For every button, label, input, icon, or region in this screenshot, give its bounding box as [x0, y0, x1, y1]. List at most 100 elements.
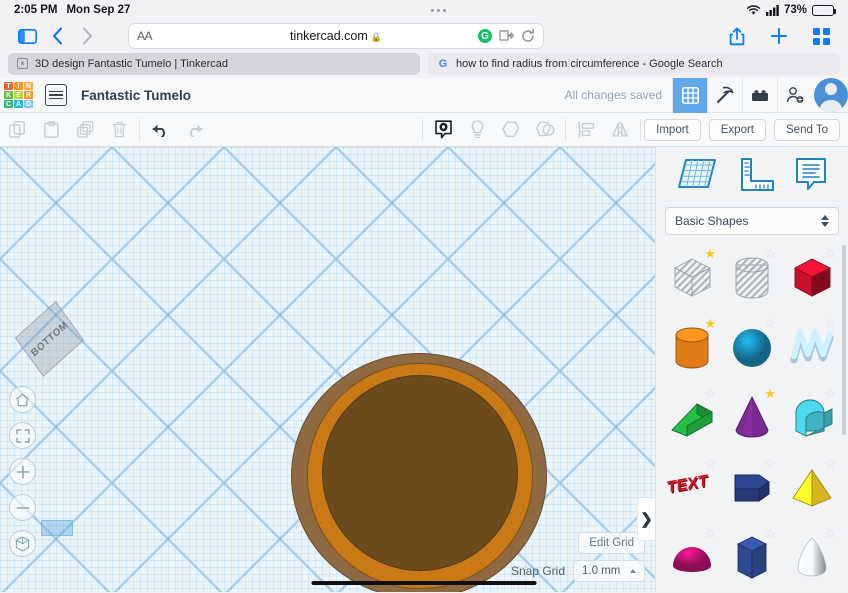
- star-outline-icon[interactable]: ☆: [824, 317, 836, 330]
- text-size-button[interactable]: AA: [137, 29, 153, 43]
- star-outline-icon[interactable]: ☆: [824, 527, 836, 540]
- share-icon[interactable]: [722, 23, 752, 49]
- shape-box[interactable]: ☆: [782, 245, 842, 315]
- stepper-icon: [821, 215, 829, 227]
- perspective-toggle-button[interactable]: [9, 530, 36, 557]
- align-icon[interactable]: [569, 113, 603, 147]
- undo-button[interactable]: [143, 113, 177, 147]
- group-shape-icon[interactable]: [494, 113, 528, 147]
- selection-rectangle[interactable]: [41, 520, 73, 536]
- view-cube[interactable]: BOTTOM: [14, 301, 85, 377]
- solid-shape-icon[interactable]: [426, 113, 460, 147]
- panel-scrollbar[interactable]: [842, 245, 846, 435]
- tab-label: 3D design Fantastic Tumelo | Tinkercad: [35, 57, 229, 70]
- star-outline-icon[interactable]: ☆: [764, 247, 776, 260]
- duplicate-button[interactable]: [68, 113, 102, 147]
- shape-text[interactable]: TEXT TEXT ☆: [662, 455, 722, 525]
- shape-polygon-prism[interactable]: ☆: [722, 455, 782, 525]
- shape-thumbnail: [727, 467, 777, 514]
- ruler-icon[interactable]: [737, 157, 775, 198]
- shape-hexagon-prism[interactable]: ☆: [722, 525, 782, 592]
- star-outline-icon[interactable]: ☆: [764, 527, 776, 540]
- sidebar-toggle-icon[interactable]: [12, 23, 42, 49]
- fit-to-view-button[interactable]: [9, 422, 36, 449]
- trash-icon[interactable]: [102, 113, 136, 147]
- mirror-flip-icon[interactable]: [603, 113, 637, 147]
- notes-icon[interactable]: [794, 157, 828, 198]
- browser-tab-tinkercad[interactable]: × 3D design Fantastic Tumelo | Tinkercad: [8, 52, 420, 75]
- star-outline-icon[interactable]: ☆: [704, 527, 716, 540]
- tab-overview-icon[interactable]: [806, 23, 836, 49]
- brick-icon[interactable]: [742, 77, 777, 113]
- import-button[interactable]: Import: [644, 118, 701, 141]
- grammarly-icon[interactable]: G: [478, 29, 492, 43]
- project-list-icon[interactable]: [45, 84, 67, 106]
- shape-half-sphere[interactable]: ☆: [662, 525, 722, 592]
- browser-tab-google-search[interactable]: G how to find radius from circumference …: [428, 52, 840, 75]
- extensions-icon[interactable]: [499, 29, 514, 43]
- shape-sphere[interactable]: ☆: [722, 315, 782, 385]
- star-filled-icon[interactable]: ★: [764, 387, 776, 400]
- design-canvas[interactable]: BOTTOM Edit Grid Snap Grid 1.0 mm ❯: [0, 147, 655, 592]
- shape-roof[interactable]: ☆: [782, 385, 842, 455]
- home-indicator: [311, 581, 537, 585]
- shape-wedge[interactable]: ☆: [662, 385, 722, 455]
- cylinder-object[interactable]: [291, 353, 547, 592]
- snap-grid-select[interactable]: 1.0 mm: [573, 560, 645, 582]
- back-chevron-icon[interactable]: [42, 23, 72, 49]
- new-tab-plus-icon[interactable]: [764, 23, 794, 49]
- address-bar[interactable]: AA tinkercad.com 🔒 G: [128, 23, 544, 49]
- edit-grid-button[interactable]: Edit Grid: [578, 532, 645, 554]
- tinkercad-logo[interactable]: TIN KER CAD: [2, 80, 35, 110]
- avatar[interactable]: [814, 78, 848, 112]
- shape-cylinder[interactable]: ★: [662, 315, 722, 385]
- zoom-in-button[interactable]: [9, 458, 36, 485]
- star-outline-icon[interactable]: ☆: [704, 457, 716, 470]
- logo-tile-e: E: [14, 91, 23, 99]
- star-filled-icon[interactable]: ★: [704, 317, 716, 330]
- ungroup-shape-icon[interactable]: [528, 113, 562, 147]
- shape-pyramid[interactable]: ☆: [782, 455, 842, 525]
- lightbulb-icon[interactable]: [460, 113, 494, 147]
- star-outline-icon[interactable]: ☆: [764, 457, 776, 470]
- shape-paraboloid[interactable]: ☆: [782, 525, 842, 592]
- workplane-icon[interactable]: [676, 157, 718, 198]
- shape-box-hole[interactable]: ★: [662, 245, 722, 315]
- blocks-grid-icon[interactable]: [672, 77, 707, 113]
- shapes-grid: ★ ☆ ☆ ★ ☆ ☆ ☆ ★ ☆ TEXT TEXT ☆ ☆ ☆ ☆ ☆ ☆: [656, 245, 848, 592]
- logo-tile-n: N: [24, 82, 33, 90]
- shape-category-select[interactable]: Basic Shapes: [665, 207, 839, 235]
- star-outline-icon[interactable]: ☆: [824, 457, 836, 470]
- star-filled-icon[interactable]: ★: [704, 247, 716, 260]
- logo-tile-k: K: [4, 91, 13, 99]
- reload-icon[interactable]: [521, 29, 535, 43]
- star-outline-icon[interactable]: ☆: [824, 247, 836, 260]
- logo-tile-i: I: [14, 82, 23, 90]
- shape-category-value: Basic Shapes: [675, 214, 749, 228]
- copy-button[interactable]: [0, 113, 34, 147]
- send-to-button[interactable]: Send To: [774, 118, 840, 141]
- panel-collapse-toggle[interactable]: ❯: [637, 497, 655, 541]
- status-center-dots: [130, 8, 746, 12]
- home-view-button[interactable]: [9, 386, 36, 413]
- shape-thumbnail: [788, 397, 836, 444]
- shape-cone[interactable]: ★: [722, 385, 782, 455]
- tab-label: how to find radius from circumference - …: [456, 57, 723, 70]
- lock-icon: 🔒: [370, 32, 383, 42]
- shape-cylinder-hole[interactable]: ☆: [722, 245, 782, 315]
- tab-bar: × 3D design Fantastic Tumelo | Tinkercad…: [0, 52, 848, 78]
- star-outline-icon[interactable]: ☆: [764, 317, 776, 330]
- star-outline-icon[interactable]: ☆: [704, 387, 716, 400]
- shape-scribble[interactable]: ☆: [782, 315, 842, 385]
- add-person-icon[interactable]: [777, 77, 812, 113]
- forward-chevron-icon[interactable]: [72, 23, 102, 49]
- pickaxe-icon[interactable]: [707, 77, 742, 113]
- zoom-out-button[interactable]: [9, 494, 36, 521]
- panel-icon-row: [656, 147, 848, 207]
- close-icon[interactable]: ×: [17, 58, 28, 69]
- shape-thumbnail: [789, 466, 835, 515]
- star-outline-icon[interactable]: ☆: [824, 387, 836, 400]
- paste-button[interactable]: [34, 113, 68, 147]
- redo-button[interactable]: [177, 113, 211, 147]
- export-button[interactable]: Export: [708, 118, 766, 141]
